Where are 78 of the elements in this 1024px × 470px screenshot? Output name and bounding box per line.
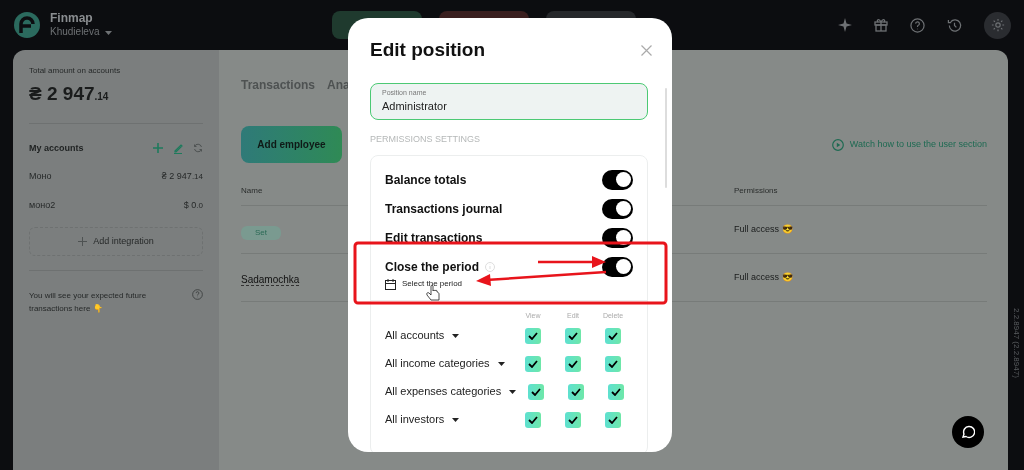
settings-button[interactable] [984,11,1011,39]
section-heading: PERMISSIONS SETTINGS [370,132,482,146]
caret-icon [452,333,460,338]
caret-icon [452,417,460,422]
permission-label: Edit transactions [385,229,483,247]
account-name[interactable]: Моно [29,170,52,184]
checkbox[interactable] [525,327,541,344]
permissions-text: Full access 😎 [734,270,793,284]
select-period-link[interactable]: Select the period [402,278,463,290]
total-amount: ₴ 2 947.14 [29,80,203,124]
permission-label: Transactions journal [385,200,503,218]
dialog-title: Edit position [370,38,486,62]
play-icon [831,138,844,151]
field-value: Administrator [382,98,448,114]
toggle-switch[interactable] [602,227,633,248]
check-icon [611,387,622,396]
checkbox[interactable] [605,411,621,428]
brand-name: Finmap [50,11,94,27]
scope-dropdown[interactable]: All income categories [385,355,505,372]
account-switcher[interactable]: Khudieleva [50,26,113,39]
checkbox[interactable] [565,411,581,428]
plus-icon [78,237,88,246]
check-icon [568,331,578,340]
check-icon [608,359,618,368]
permission-label: Balance totals [385,171,467,189]
arrow [538,256,606,268]
logo-icon [13,11,41,39]
tab[interactable]: Transactions [241,76,316,94]
checkbox[interactable] [565,327,581,344]
toggle-switch[interactable] [602,169,633,190]
check-icon [608,415,618,424]
add-employee-button[interactable]: Add employee [241,126,342,163]
check-icon [528,359,538,368]
account-name[interactable]: моно2 [29,198,56,212]
history-icon[interactable] [947,17,962,33]
checkbox[interactable] [525,355,541,372]
checkbox[interactable] [608,383,625,400]
scope-dropdown[interactable]: All investors [385,411,460,428]
check-icon [528,331,538,340]
scope-dropdown[interactable]: All expenses categories [385,383,517,400]
column-header: Name [241,185,264,197]
check-icon [531,387,542,396]
permissions-text: Full access 😎 [734,222,793,236]
add-integration-button[interactable]: Add integration [29,227,203,256]
caret-icon [497,361,505,366]
calendar-icon [385,278,396,290]
checkbox[interactable] [605,355,621,372]
check-icon [608,331,618,340]
future-transactions-note: You will see your expected future transactions here 👇 [29,290,148,315]
checkbox[interactable] [605,327,621,344]
toggle-switch[interactable] [602,198,633,219]
help-icon[interactable] [910,17,925,33]
gift-icon[interactable] [874,18,888,32]
sparkle-icon[interactable] [838,18,852,32]
check-icon [571,387,582,396]
account-balance: ₴ 2 947.14 [161,170,203,183]
employee-name[interactable]: Sadamochka [241,273,300,286]
checkbox[interactable] [568,383,585,400]
account-balance: $ 0.0 [183,198,203,212]
section-title: My accounts [29,141,84,155]
checkbox[interactable] [565,355,581,372]
permission-label: Close the period [385,258,479,276]
version-label: 2.2.8947 (2.2.8947) [1011,308,1022,378]
checkbox[interactable] [528,383,545,400]
check-icon [528,415,538,424]
column-header: Permissions [734,185,778,197]
caret-icon [509,389,517,394]
caret-icon [105,30,113,35]
scope-dropdown[interactable]: All accounts [385,327,460,344]
settings-icon [990,18,1005,32]
total-label: Total amount on accounts [29,65,122,77]
hand-cursor-icon [426,284,440,301]
check-icon [568,415,578,424]
chat-icon [961,425,975,439]
check-icon [568,359,578,368]
toggle-switch[interactable] [602,256,633,277]
name-badge: Set [241,225,281,240]
checkbox[interactable] [525,411,541,428]
